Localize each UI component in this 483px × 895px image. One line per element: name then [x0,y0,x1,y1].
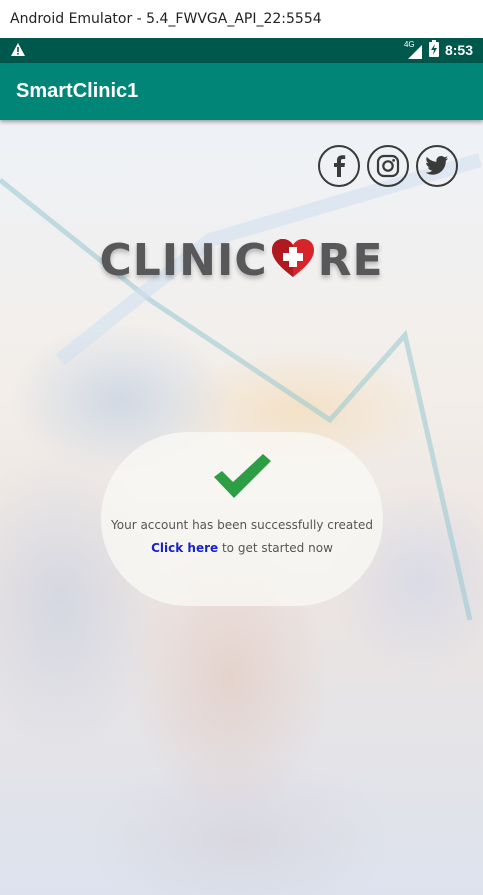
checkmark-icon [214,454,271,498]
instagram-icon [376,154,400,178]
app-title: SmartClinic1 [16,80,139,102]
twitter-button[interactable] [416,145,458,187]
facebook-button[interactable] [318,145,360,187]
clock: 8:53 [444,42,473,58]
click-here-link[interactable]: Click here [151,541,218,555]
success-message: Your account has been successfully creat… [111,518,373,532]
main-content: CLINIC RE Your account has been successf… [0,120,483,895]
warning-icon [10,42,26,63]
logo-text-right: RE [317,234,384,286]
success-card: Your account has been successfully creat… [101,432,383,606]
get-started-text: to get started now [218,541,333,555]
window-title: Android Emulator - 5.4_FWVGA_API_22:5554 [0,0,483,38]
clinicare-logo: CLINIC RE [0,230,483,290]
status-bar: 4G 8:53 [0,38,483,63]
twitter-icon [425,156,448,175]
battery-icon [428,40,439,60]
signal-icon: 4G [404,40,423,59]
logo-text-left: CLINIC [99,234,268,286]
facebook-icon [334,155,346,177]
get-started-line: Click here to get started now [101,541,383,555]
social-links [318,145,458,187]
app-bar: SmartClinic1 [0,63,483,120]
heart-cross-icon [270,237,316,284]
instagram-button[interactable] [367,145,409,187]
